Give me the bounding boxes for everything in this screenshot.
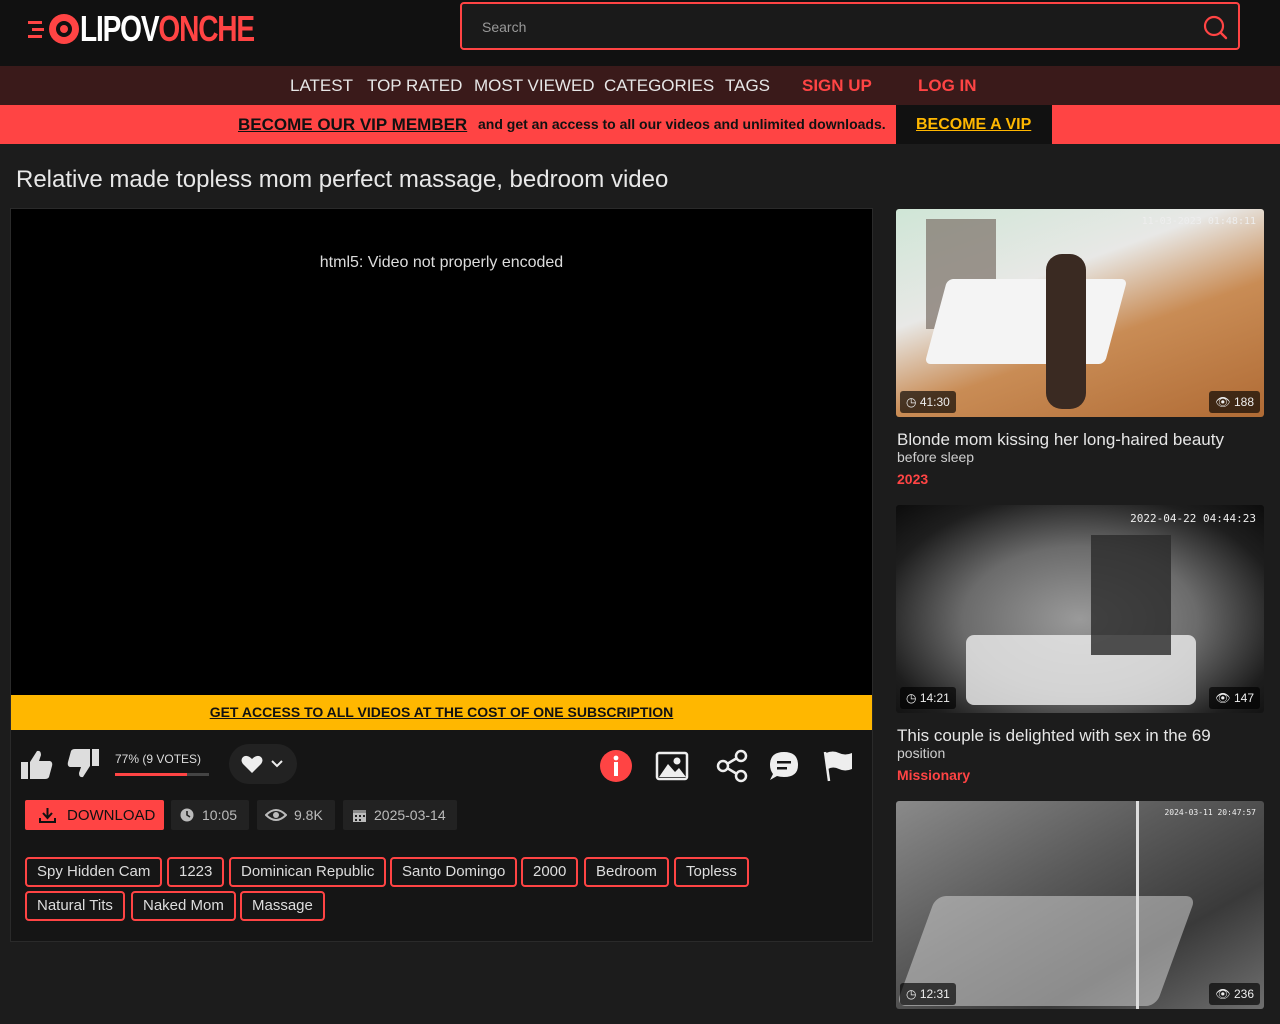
duration-badge: 10:05 (171, 800, 249, 830)
search-icon[interactable] (1202, 14, 1228, 40)
tag-link[interactable]: Bedroom (584, 857, 669, 887)
subscription-promo-label: GET ACCESS TO ALL VIDEOS AT THE COST OF … (209, 704, 674, 720)
duration-text: 10:05 (202, 807, 238, 823)
nav-latest[interactable]: LATEST (290, 76, 353, 96)
info-icon[interactable] (599, 749, 633, 783)
page-title: Relative made topless mom perfect massag… (16, 166, 669, 193)
tag-link[interactable]: Natural Tits (25, 891, 125, 921)
search-input[interactable] (482, 16, 1182, 38)
thumbnail-views-text: 236 (1233, 987, 1254, 1001)
video-thumbnail[interactable]: 11-03-2023 01:48:11 ◷ 41:30 👁 188 (896, 209, 1264, 417)
site-header: LIPOVONCHE (0, 0, 1280, 66)
chevron-down-icon (271, 760, 283, 768)
rating-text: 77% (9 VOTES) (115, 752, 202, 766)
date-badge: 2025-03-14 (343, 800, 457, 830)
vip-member-link[interactable]: BECOME OUR VIP MEMBER (238, 115, 467, 135)
logo-wordmark: LIPOVONCHE (80, 8, 255, 49)
thumbnail-pole (1136, 801, 1139, 1009)
thumbs-down-icon[interactable] (66, 747, 100, 779)
screenshots-icon[interactable] (655, 749, 689, 783)
thumbnail-duration-text: 14:21 (919, 691, 950, 705)
rating-bar (115, 773, 209, 776)
comment-icon[interactable] (767, 749, 801, 783)
views-badge: 9.8K (257, 800, 335, 830)
tag-link[interactable]: Santo Domingo (390, 857, 518, 887)
related-video-category[interactable]: 2023 (897, 471, 928, 487)
nav-most-viewed[interactable]: MOST VIEWED (474, 76, 595, 96)
video-error-message: html5: Video not properly encoded (319, 254, 564, 271)
download-button[interactable]: DOWNLOAD (25, 800, 164, 830)
heart-icon (241, 755, 263, 773)
thumbnail-bed (924, 279, 1128, 364)
related-video-card[interactable]: 2024-03-11 20:47:57 ◷ 12:31 👁 236 (896, 801, 1264, 1024)
search-box[interactable] (460, 2, 1240, 50)
video-thumbnail[interactable]: 2022-04-22 04:44:23 ◷ 14:21 👁 147 (896, 505, 1264, 713)
thumbs-up-icon[interactable] (20, 749, 54, 781)
thumbnail-duration-text: 41:30 (919, 395, 950, 409)
tag-link[interactable]: Spy Hidden Cam (25, 857, 163, 887)
views-text: 9.8K (294, 807, 323, 823)
video-thumbnail[interactable]: 2024-03-11 20:47:57 ◷ 12:31 👁 236 (896, 801, 1264, 1009)
tag-link[interactable]: 2000 (521, 857, 579, 887)
rating-bar-fill (115, 773, 188, 776)
tag-link[interactable]: Naked Mom (131, 891, 236, 921)
video-player[interactable]: html5: Video not properly encoded (11, 209, 872, 695)
thumbnail-views-text: 188 (1233, 395, 1254, 409)
logo-camera-icon (28, 14, 79, 44)
subscription-promo[interactable]: GET ACCESS TO ALL VIDEOS AT THE COST OF … (11, 695, 872, 730)
related-video-category[interactable]: Missionary (897, 767, 970, 783)
tag-link[interactable]: Topless (674, 857, 749, 887)
related-video-title[interactable]: Blonde mom kissing her long-haired beaut… (897, 430, 1224, 450)
related-video-title[interactable]: This couple is delighted with sex in the… (897, 726, 1211, 746)
thumbnail-timestamp: 2022-04-22 04:44:23 (1130, 512, 1256, 525)
download-icon (39, 808, 56, 823)
main-nav: LATEST TOP RATED MOST VIEWED CATEGORIES … (0, 66, 1280, 105)
thumbnail-views: 👁 236 (1209, 983, 1260, 1005)
thumbnail-views: 👁 147 (1209, 687, 1260, 709)
download-label: DOWNLOAD (67, 807, 156, 824)
tag-link[interactable]: Massage (240, 891, 325, 921)
vip-banner: BECOME OUR VIP MEMBER and get an access … (0, 105, 1280, 144)
thumbnail-views-text: 147 (1233, 691, 1254, 705)
nav-log-in[interactable]: LOG IN (918, 76, 977, 96)
related-video-card[interactable]: 2022-04-22 04:44:23 ◷ 14:21 👁 147 This c… (896, 505, 1264, 795)
thumbnail-duration: ◷ 41:30 (900, 391, 956, 413)
date-text: 2025-03-14 (374, 807, 446, 823)
thumbnail-timestamp: 11-03-2023 01:48:11 (1141, 216, 1256, 227)
related-video-subtitle[interactable]: before sleep (897, 449, 974, 465)
nav-categories[interactable]: CATEGORIES (604, 76, 714, 96)
tag-link[interactable]: Dominican Republic (229, 857, 387, 887)
thumbnail-duration: ◷ 12:31 (900, 983, 956, 1005)
thumbnail-views: 👁 188 (1209, 391, 1260, 413)
thumbnail-duration: ◷ 14:21 (900, 687, 956, 709)
eye-icon (265, 809, 287, 821)
nav-top-rated[interactable]: TOP RATED (367, 76, 462, 96)
thumbnail-figure (1046, 254, 1086, 409)
favorite-dropdown[interactable] (229, 744, 297, 784)
report-flag-icon[interactable] (821, 749, 855, 783)
share-icon[interactable] (715, 749, 749, 783)
tag-link[interactable]: 1223 (167, 857, 225, 887)
related-video-subtitle[interactable]: position (897, 745, 945, 761)
become-vip-label: BECOME A VIP (916, 116, 1032, 133)
clock-icon (180, 808, 194, 822)
thumbnail-timestamp: 2024-03-11 20:47:57 (1164, 808, 1256, 817)
video-panel: html5: Video not properly encoded GET AC… (10, 208, 873, 942)
become-vip-button[interactable]: BECOME A VIP (896, 105, 1052, 144)
nav-tags[interactable]: TAGS (725, 76, 770, 96)
thumbnail-wardrobe (1091, 535, 1171, 655)
vip-description: and get an access to all our videos and … (478, 116, 886, 132)
calendar-icon (353, 810, 366, 822)
nav-sign-up[interactable]: SIGN UP (802, 76, 872, 96)
site-logo[interactable]: LIPOVONCHE (28, 6, 303, 52)
related-video-card[interactable]: 11-03-2023 01:48:11 ◷ 41:30 👁 188 Blonde… (896, 209, 1264, 499)
thumbnail-duration-text: 12:31 (919, 987, 950, 1001)
